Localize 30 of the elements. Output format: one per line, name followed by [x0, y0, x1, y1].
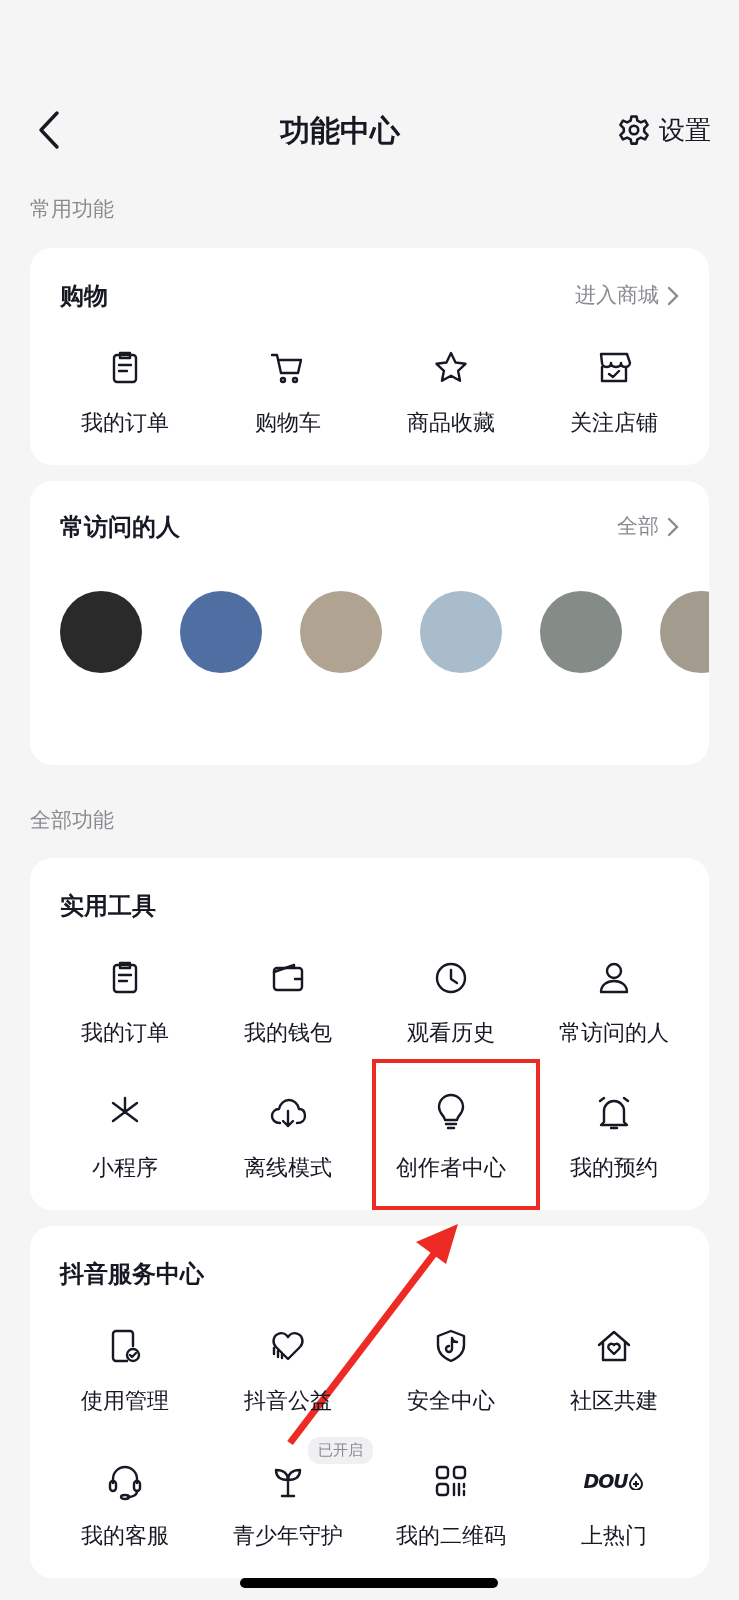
settings-link[interactable]: 设置 — [659, 110, 711, 150]
menu-item[interactable]: 上热门 — [580, 1519, 647, 1552]
menu-item[interactable]: 我的二维码 — [395, 1519, 506, 1552]
menu-item[interactable]: 社区共建 — [569, 1384, 658, 1417]
menu-item[interactable]: 我的订单 — [81, 405, 170, 439]
menu-item[interactable]: 购物车 — [255, 405, 322, 439]
menu-item[interactable]: 我的钱包 — [244, 1016, 333, 1049]
menu-item[interactable]: 使用管理 — [81, 1384, 170, 1417]
status-tag: 已开启 — [308, 1437, 374, 1464]
menu-item[interactable]: 我的预约 — [569, 1151, 658, 1184]
menu-item[interactable]: 创作者中心 — [395, 1151, 506, 1184]
card-title: 抖音服务中心 — [60, 1259, 204, 1290]
card-link[interactable]: 进入商城 — [575, 279, 659, 312]
menu-item[interactable]: 我的客服 — [81, 1519, 170, 1552]
menu-item[interactable]: 青少年守护 — [233, 1519, 344, 1552]
card-title: 常访问的人 — [60, 511, 180, 543]
menu-item[interactable]: 安全中心 — [406, 1384, 495, 1417]
menu-item[interactable]: 小程序 — [92, 1151, 159, 1184]
menu-item[interactable]: 关注店铺 — [569, 405, 658, 439]
menu-item[interactable]: 离线模式 — [244, 1151, 333, 1184]
logo-text: DOU — [583, 1468, 628, 1494]
section-label: 全部功能 — [29, 806, 115, 834]
menu-item[interactable]: 观看历史 — [406, 1016, 495, 1049]
card-title: 实用工具 — [60, 891, 156, 922]
card-title: 购物 — [60, 280, 108, 312]
page-title: 功能中心 — [279, 111, 400, 150]
menu-item[interactable]: 商品收藏 — [406, 405, 495, 439]
section-label: 常用功能 — [29, 196, 115, 223]
menu-item[interactable]: 我的订单 — [81, 1016, 170, 1049]
menu-item[interactable]: 常访问的人 — [558, 1016, 669, 1049]
